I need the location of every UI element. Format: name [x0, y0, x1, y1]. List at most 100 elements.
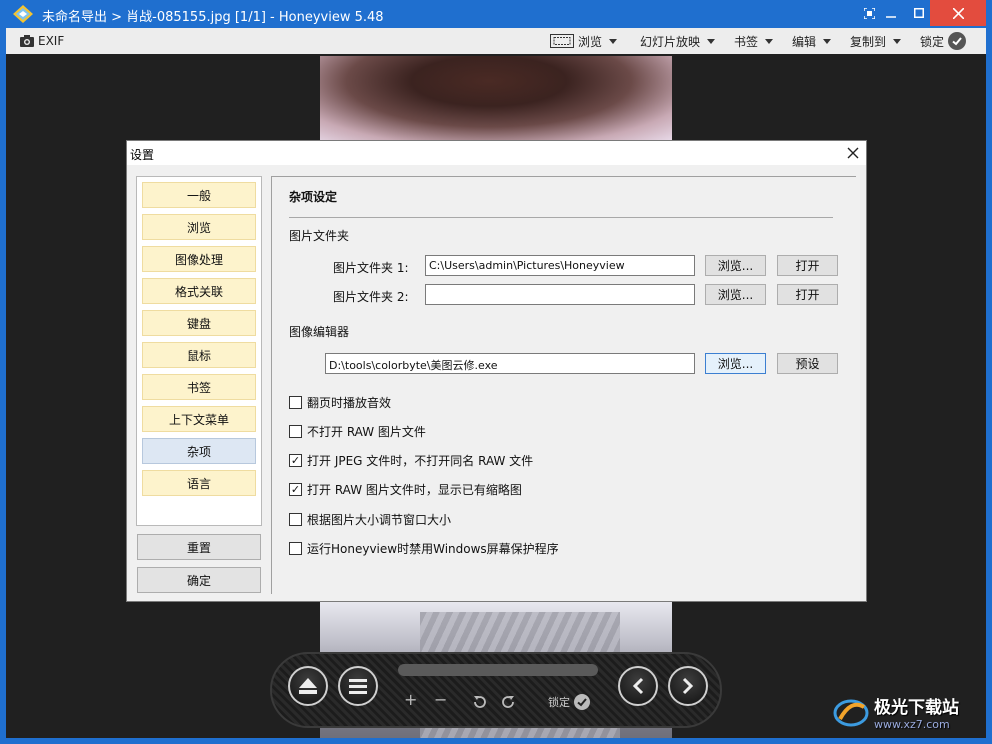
rotate-right-icon[interactable] — [500, 694, 516, 710]
lock-label: 锁定 — [920, 34, 945, 49]
checkbox-label: 根据图片大小调节窗口大小 — [307, 512, 452, 527]
check-circle-icon — [948, 32, 967, 50]
chevron-down-icon — [707, 38, 716, 44]
camera-icon — [20, 35, 34, 47]
browse-label: 浏览 — [578, 34, 603, 49]
chevron-right-icon — [682, 677, 694, 695]
folder2-field[interactable] — [425, 284, 695, 305]
chevron-down-icon — [823, 38, 832, 44]
image-editor-heading: 图像编辑器 — [289, 325, 350, 339]
checkbox[interactable] — [289, 512, 302, 526]
checkbox-page-sound[interactable]: 翻页时播放音效 — [289, 394, 391, 410]
eject-button[interactable] — [288, 666, 328, 706]
edit-menu[interactable]: 编辑 — [792, 32, 832, 50]
nav-item-image-processing[interactable]: 图像处理 — [142, 246, 256, 272]
lock-bar-label: 锁定 — [548, 696, 570, 709]
image-editor-field[interactable]: D:\tools\colorbyte\美图云修.exe — [325, 353, 695, 374]
dialog-title: 设置 — [130, 148, 155, 162]
exif-button[interactable]: EXIF — [20, 32, 64, 50]
nav-item-misc[interactable]: 杂项 — [142, 438, 256, 464]
playback-control-bar: + − 锁定 — [270, 652, 722, 728]
folder1-open-button[interactable]: 打开 — [777, 255, 838, 276]
checkbox-label: 运行Honeyview时禁用Windows屏幕保护程序 — [307, 541, 559, 556]
exif-label: EXIF — [38, 34, 65, 48]
zoom-out-button[interactable]: − — [434, 690, 447, 709]
nav-item-context-menu[interactable]: 上下文菜单 — [142, 406, 256, 432]
checkbox-raw-thumbnail[interactable]: ✓ 打开 RAW 图片文件时，显示已有缩略图 — [289, 481, 522, 497]
previous-button[interactable] — [618, 666, 658, 706]
reset-button[interactable]: 重置 — [137, 534, 261, 560]
close-icon[interactable] — [843, 143, 863, 163]
check-circle-icon — [574, 694, 590, 710]
checkbox[interactable] — [289, 395, 302, 409]
checkbox[interactable] — [289, 541, 302, 555]
menu-button[interactable] — [338, 666, 378, 706]
nav-item-browse[interactable]: 浏览 — [142, 214, 256, 240]
nav-item-general[interactable]: 一般 — [142, 182, 256, 208]
nav-item-file-association[interactable]: 格式关联 — [142, 278, 256, 304]
bookmark-label: 书签 — [734, 34, 759, 49]
chevron-down-icon — [893, 38, 902, 44]
next-button[interactable] — [668, 666, 708, 706]
bookmark-menu[interactable]: 书签 — [734, 32, 774, 50]
honeyview-app-icon — [13, 5, 33, 23]
editor-browse-button[interactable]: 浏览... — [705, 353, 766, 374]
checkbox-checked[interactable]: ✓ — [289, 453, 302, 467]
dialog-titlebar: 设置 — [127, 141, 866, 165]
aurora-logo-icon — [833, 699, 869, 727]
nav-item-keyboard[interactable]: 键盘 — [142, 310, 256, 336]
lock-toggle-bar[interactable]: 锁定 — [548, 694, 590, 710]
menu-icon — [349, 679, 367, 694]
nav-item-bookmark[interactable]: 书签 — [142, 374, 256, 400]
watermark-name: 极光下载站 — [874, 698, 959, 718]
watermark-url: www.xz7.com — [874, 718, 950, 731]
window-titlebar: 未命名导出 > 肖战-085155.jpg [1/1] - Honeyview … — [0, 0, 992, 28]
main-toolbar: EXIF 浏览 幻灯片放映 书签 编辑 复制到 锁定 — [6, 28, 986, 54]
checkbox[interactable] — [289, 424, 302, 438]
chevron-down-icon — [609, 38, 618, 44]
folder2-open-button[interactable]: 打开 — [777, 284, 838, 305]
site-watermark: 极光下载站 www.xz7.com — [832, 688, 986, 736]
slideshow-menu[interactable]: 幻灯片放映 — [640, 32, 716, 50]
fit-screen-icon — [550, 34, 574, 48]
seek-slider[interactable] — [398, 664, 598, 676]
divider — [289, 217, 833, 218]
settings-content: 杂项设定 图片文件夹 图片文件夹 1: C:\Users\admin\Pictu… — [271, 176, 856, 594]
lock-toggle[interactable]: 锁定 — [920, 32, 967, 50]
settings-nav: 一般 浏览 图像处理 格式关联 键盘 鼠标 书签 上下文菜单 杂项 语言 — [136, 176, 262, 526]
window-title: 未命名导出 > 肖战-085155.jpg [1/1] - Honeyview … — [42, 10, 384, 25]
zoom-in-button[interactable]: + — [404, 690, 417, 709]
folder1-browse-button[interactable]: 浏览... — [705, 255, 766, 276]
nav-item-mouse[interactable]: 鼠标 — [142, 342, 256, 368]
checkbox-resize-window[interactable]: 根据图片大小调节窗口大小 — [289, 511, 451, 527]
checkbox-checked[interactable]: ✓ — [289, 482, 302, 496]
folder1-field[interactable]: C:\Users\admin\Pictures\Honeyview — [425, 255, 695, 276]
folder1-label: 图片文件夹 1: — [333, 261, 409, 275]
checkbox-disable-screensaver[interactable]: 运行Honeyview时禁用Windows屏幕保护程序 — [289, 540, 559, 556]
nav-item-language[interactable]: 语言 — [142, 470, 256, 496]
browse-menu[interactable]: 浏览 — [550, 32, 618, 50]
eject-icon — [299, 678, 317, 694]
rotate-left-icon[interactable] — [472, 694, 488, 710]
settings-dialog: 设置 一般 浏览 图像处理 格式关联 键盘 鼠标 书签 上下文菜单 杂项 语言 … — [126, 140, 867, 602]
checkbox-jpeg-skip-raw[interactable]: ✓ 打开 JPEG 文件时，不打开同名 RAW 文件 — [289, 452, 533, 468]
checkbox-label: 打开 JPEG 文件时，不打开同名 RAW 文件 — [307, 453, 534, 468]
checkbox-label: 不打开 RAW 图片文件 — [307, 424, 426, 439]
folder2-browse-button[interactable]: 浏览... — [705, 284, 766, 305]
close-window-button[interactable] — [930, 0, 986, 26]
ok-button[interactable]: 确定 — [137, 567, 261, 593]
editor-preset-button[interactable]: 预设 — [777, 353, 838, 374]
picture-folder-heading: 图片文件夹 — [289, 229, 350, 243]
photo-image — [320, 56, 672, 140]
copy-to-label: 复制到 — [850, 34, 887, 49]
minimize-button[interactable] — [876, 0, 906, 26]
page-title: 杂项设定 — [289, 190, 338, 204]
chevron-left-icon — [632, 677, 644, 695]
copy-to-menu[interactable]: 复制到 — [850, 32, 902, 50]
slideshow-label: 幻灯片放映 — [640, 34, 701, 49]
folder2-label: 图片文件夹 2: — [333, 290, 409, 304]
checkbox-label: 打开 RAW 图片文件时，显示已有缩略图 — [307, 482, 522, 497]
chevron-down-icon — [765, 38, 774, 44]
checkbox-no-raw[interactable]: 不打开 RAW 图片文件 — [289, 423, 426, 439]
checkbox-label: 翻页时播放音效 — [307, 395, 392, 410]
